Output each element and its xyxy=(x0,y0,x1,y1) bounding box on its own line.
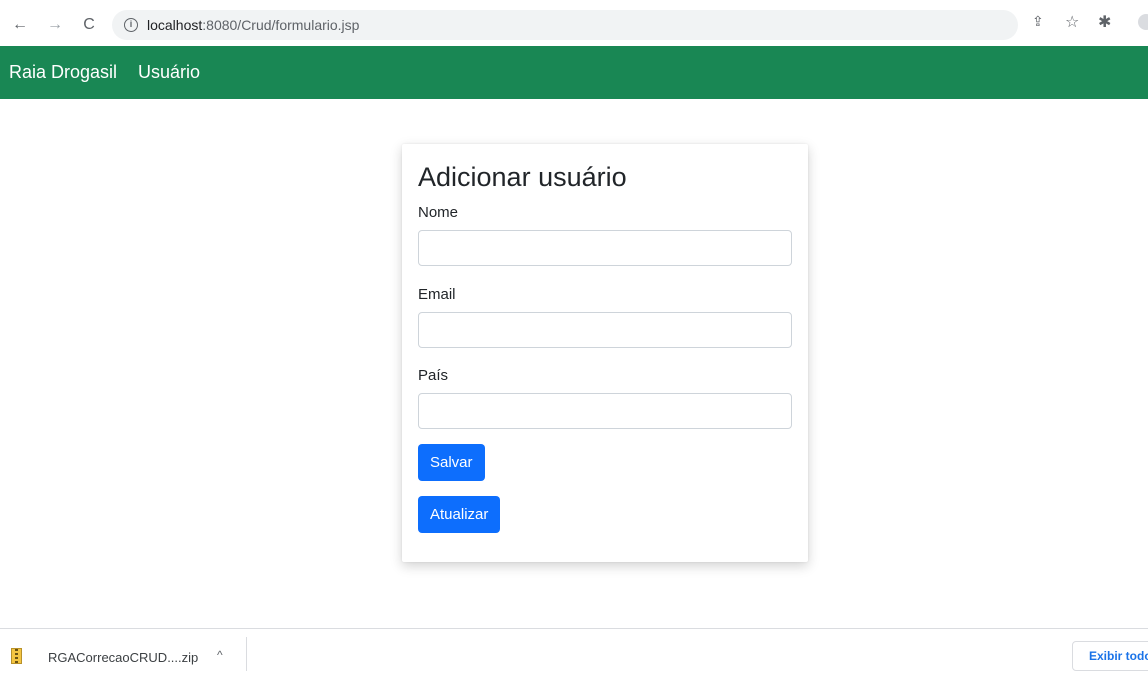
forward-arrow-icon[interactable]: → xyxy=(44,14,66,36)
url-host: localhost xyxy=(147,17,203,33)
download-file-name[interactable]: RGACorrecaoCRUD....zip xyxy=(48,650,198,665)
zip-file-icon xyxy=(11,648,22,664)
site-info-icon[interactable]: i xyxy=(124,18,138,32)
atualizar-button[interactable]: Atualizar xyxy=(418,496,501,533)
address-bar[interactable]: i localhost:8080/Crud/formulario.jsp xyxy=(112,10,1018,40)
back-arrow-icon[interactable]: ← xyxy=(9,14,31,36)
url-text[interactable]: localhost:8080/Crud/formulario.jsp xyxy=(147,17,359,33)
email-input[interactable] xyxy=(418,312,792,348)
extensions-puzzle-icon[interactable]: ✱ xyxy=(1098,12,1111,32)
app-navbar: Raia Drogasil Usuário xyxy=(0,46,1148,99)
downloads-bar: RGACorrecaoCRUD....zip ^ Exibir todos xyxy=(0,628,1148,678)
email-label: Email xyxy=(418,286,456,303)
url-path: :8080/Crud/formulario.jsp xyxy=(202,17,360,33)
nome-label: Nome xyxy=(418,204,459,221)
share-icon[interactable]: ⇪ xyxy=(1032,13,1044,30)
profile-avatar-icon[interactable] xyxy=(1138,14,1148,30)
pais-label: País xyxy=(418,367,449,384)
downloads-divider xyxy=(246,637,247,671)
show-all-downloads-button[interactable]: Exibir todos xyxy=(1072,641,1148,671)
navbar-brand[interactable]: Raia Drogasil xyxy=(9,62,117,83)
user-form-card: Adicionar usuário Nome Email País Salvar… xyxy=(402,144,808,562)
nav-link-usuario[interactable]: Usuário xyxy=(138,62,200,83)
reload-icon[interactable]: C xyxy=(78,14,100,36)
bookmark-star-icon[interactable]: ☆ xyxy=(1065,12,1079,32)
browser-toolbar: ← → C i localhost:8080/Crud/formulario.j… xyxy=(0,0,1148,46)
nome-input[interactable] xyxy=(418,230,792,266)
form-title: Adicionar usuário xyxy=(418,162,627,192)
pais-input[interactable] xyxy=(418,393,792,429)
salvar-button[interactable]: Salvar xyxy=(418,444,485,481)
chevron-up-icon[interactable]: ^ xyxy=(217,648,223,662)
